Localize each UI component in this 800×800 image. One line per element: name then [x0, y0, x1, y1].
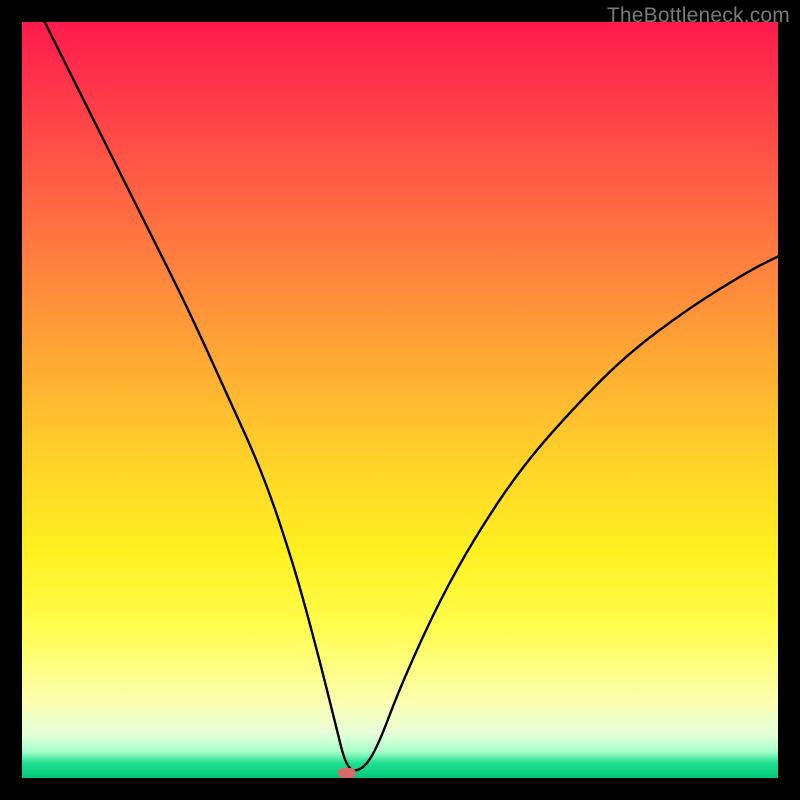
minimum-marker	[338, 768, 356, 778]
plot-area	[22, 22, 778, 778]
chart-frame: TheBottleneck.com	[0, 0, 800, 800]
bottleneck-curve	[22, 22, 778, 778]
watermark-label: TheBottleneck.com	[607, 4, 790, 28]
